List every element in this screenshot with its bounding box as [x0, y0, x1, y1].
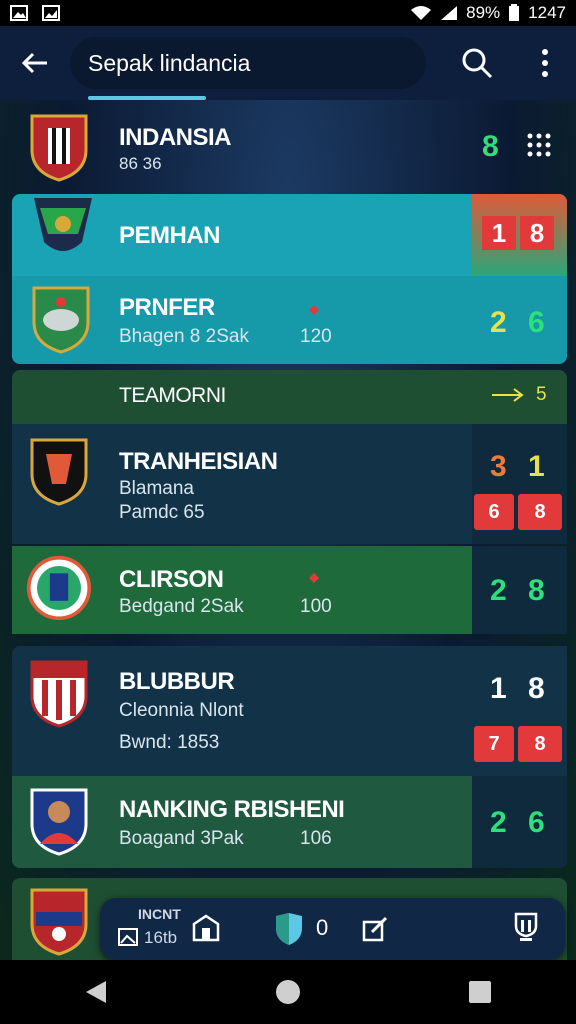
- shield-icon[interactable]: [274, 912, 304, 946]
- team-name: PRNFER: [119, 294, 215, 321]
- score-panel: [472, 546, 567, 634]
- team-sub: Bwnd: 1853: [119, 732, 220, 753]
- status-bar: 89% 1247: [0, 0, 576, 26]
- score-badge: 1: [482, 216, 516, 250]
- status-right: 89% 1247: [410, 3, 566, 23]
- bottom-toolbar: INCNT 16tb 0: [100, 898, 565, 960]
- list-item[interactable]: BLUBBUR Cleonnia Nlont Bwnd: 1853 1 8 7 …: [12, 646, 567, 776]
- score: 2: [490, 574, 507, 607]
- score-badge: 7: [474, 726, 514, 762]
- nav-back-icon[interactable]: [84, 979, 108, 1005]
- team-crest-icon: [30, 438, 88, 506]
- status-left-icons: [10, 5, 60, 21]
- team-value: 120: [300, 326, 332, 347]
- back-arrow-icon: [21, 52, 47, 74]
- tab-indicator: [88, 96, 206, 100]
- score: 6: [528, 306, 545, 339]
- score: 1: [490, 672, 507, 705]
- arrow-icon: [309, 305, 319, 315]
- image-icon: [42, 5, 60, 21]
- team-name: INDANSIA: [119, 124, 232, 151]
- edit-icon[interactable]: [362, 914, 390, 942]
- team-crest-icon: [34, 198, 92, 251]
- team-sub: Pamdc 65: [119, 502, 205, 523]
- back-button[interactable]: [0, 26, 70, 100]
- stadium-icon[interactable]: [192, 914, 220, 942]
- section-header: TEAMORNI 5: [12, 370, 567, 424]
- battery-icon: [509, 4, 520, 21]
- score: 8: [482, 130, 499, 163]
- toolbar-left-label: INCNT: [138, 906, 181, 922]
- list-item[interactable]: NANKING RBISHENI Boagand 3Pak 106 2 6: [12, 776, 567, 868]
- plane-icon: [492, 388, 524, 402]
- team-value: 100: [300, 596, 332, 617]
- toolbar-left-sub: 16tb: [144, 928, 178, 947]
- system-nav-bar: [0, 960, 576, 1024]
- trophy-icon[interactable]: [512, 912, 540, 942]
- team-crest-icon: [30, 660, 88, 728]
- score-badge: 8: [518, 494, 562, 530]
- team-sub: Cleonnia Nlont: [119, 700, 244, 721]
- score-badge: 8: [518, 726, 562, 762]
- list-item[interactable]: PEMHAN 1 8: [12, 194, 567, 276]
- player-avatar: [30, 788, 88, 856]
- section-right: 5: [536, 384, 547, 405]
- toolbar-count: 0: [316, 915, 329, 940]
- team-sub: Bedgand 2Sak: [119, 596, 244, 617]
- score: 8: [528, 574, 545, 607]
- team-name: CLIRSON: [119, 566, 224, 593]
- team-crest-icon: [26, 555, 92, 621]
- toolbar-left[interactable]: INCNT 16tb: [118, 904, 192, 954]
- team-sub: Bhagen 8 2Sak: [119, 326, 249, 347]
- grid-icon[interactable]: [526, 132, 552, 158]
- team-sub: Boagand 3Pak: [119, 828, 244, 849]
- search-button[interactable]: [458, 44, 496, 82]
- photo-icon: [10, 5, 28, 21]
- score: 2: [490, 306, 507, 339]
- team-name: PEMHAN: [119, 222, 221, 249]
- score: 2: [490, 806, 507, 839]
- wifi-icon: [411, 6, 432, 20]
- nav-recents-icon[interactable]: [468, 980, 492, 1004]
- team-crest-icon: [32, 286, 90, 354]
- score-badge: 6: [474, 494, 514, 530]
- list-item[interactable]: PRNFER Bhagen 8 2Sak 120 2 6: [12, 276, 567, 364]
- team-sub: 86 36: [119, 154, 162, 173]
- team-name: NANKING RBISHENI: [119, 796, 345, 823]
- team-crest-icon: [30, 888, 88, 956]
- score-panel: [472, 776, 567, 868]
- signal-icon: [441, 6, 458, 20]
- list-item[interactable]: TRANHEISIAN Blamana Pamdc 65 3 1 6 8: [12, 424, 567, 544]
- list-item[interactable]: CLIRSON Bedgand 2Sak 100 2 8: [12, 546, 567, 634]
- team-value: 106: [300, 828, 332, 849]
- score: 1: [528, 450, 545, 483]
- clock: 1247: [528, 3, 566, 22]
- battery-percent: 89%: [466, 3, 501, 22]
- team-name: TRANHEISIAN: [119, 448, 278, 475]
- score: 6: [528, 806, 545, 839]
- score-badge: 8: [520, 216, 554, 250]
- search-text: Sepak lindancia: [88, 49, 251, 76]
- more-options-button[interactable]: [528, 44, 562, 82]
- team-name: BLUBBUR: [119, 668, 235, 695]
- arrow-icon: [309, 573, 319, 583]
- nav-home-icon[interactable]: [275, 979, 301, 1005]
- score: 8: [528, 672, 545, 705]
- team-sub: Blamana: [119, 478, 194, 499]
- team-crest-icon: [30, 114, 88, 182]
- section-title: TEAMORNI: [119, 384, 226, 407]
- score: 3: [490, 450, 507, 483]
- media-icon: [118, 928, 138, 946]
- search-icon: [462, 48, 493, 79]
- search-field[interactable]: Sepak lindancia: [70, 37, 426, 89]
- list-item[interactable]: INDANSIA 86 36 8: [12, 104, 567, 192]
